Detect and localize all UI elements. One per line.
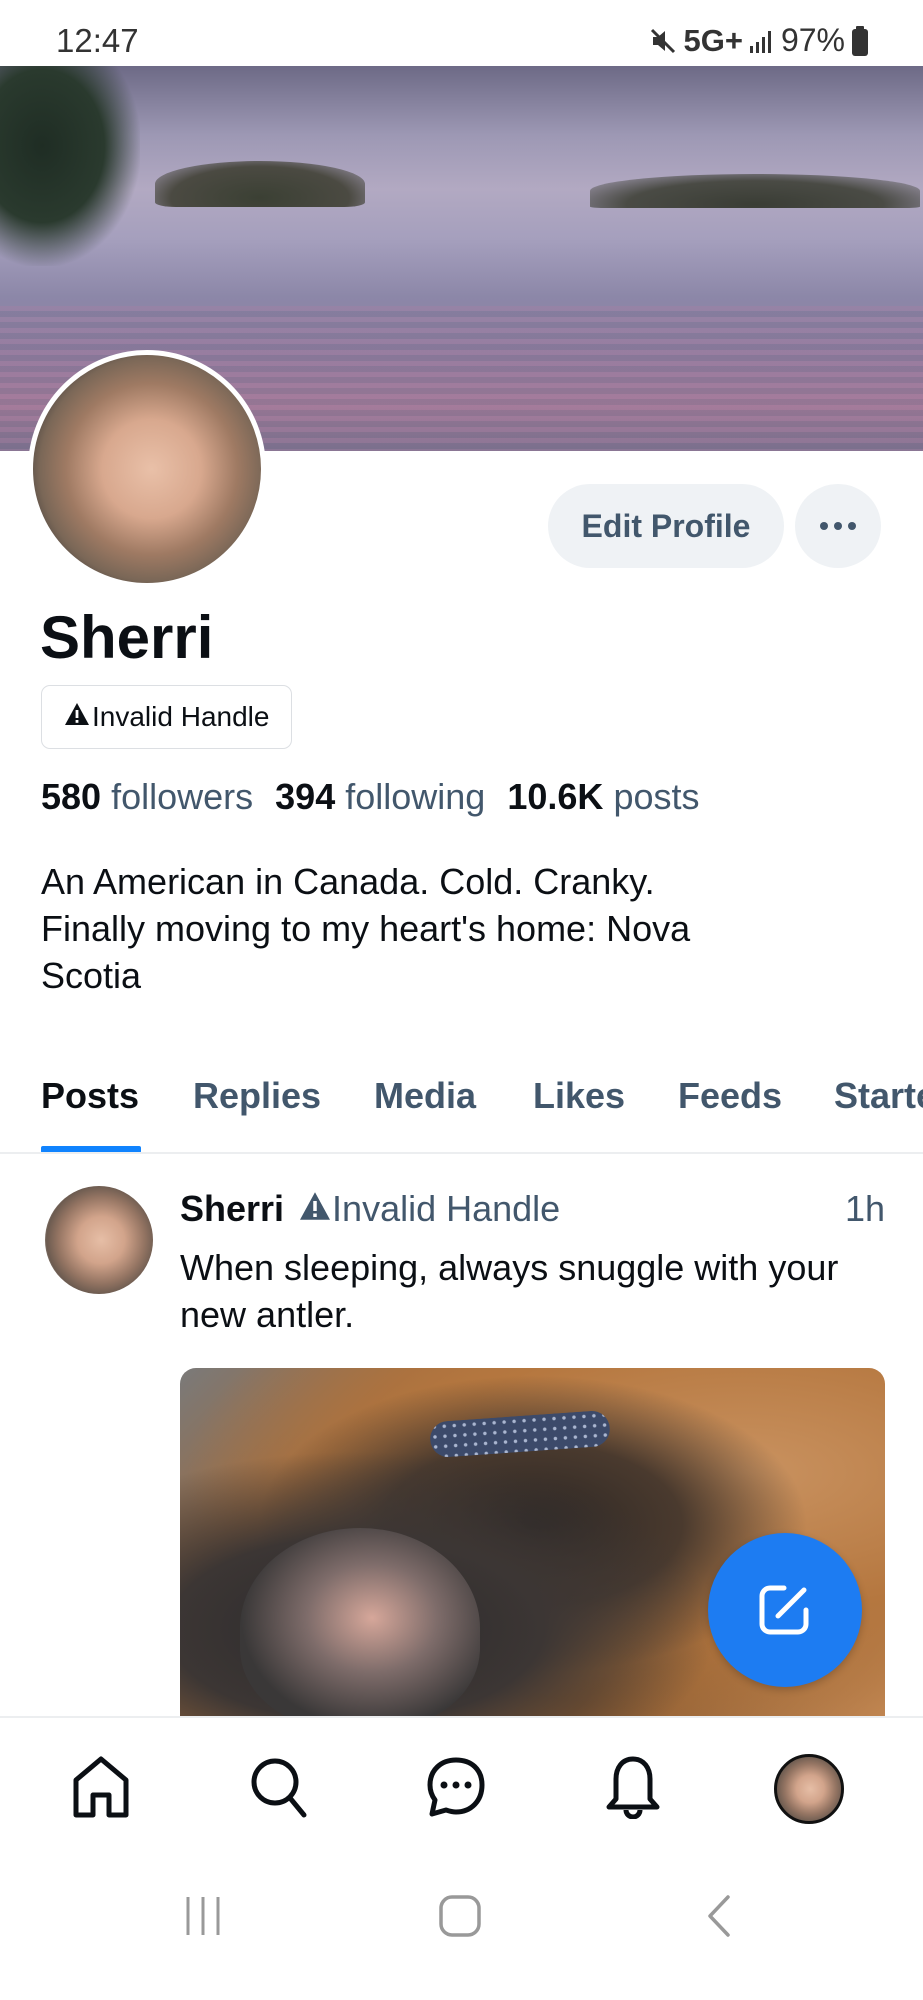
tab-starter-packs[interactable]: Starter Packs (834, 1075, 923, 1117)
post-handle-text: Invalid Handle (332, 1188, 561, 1229)
recents-button[interactable] (168, 1888, 238, 1948)
following-link[interactable]: 394 following (275, 776, 485, 818)
post-handle[interactable]: Invalid Handle (298, 1188, 560, 1230)
battery-percent: 97% (780, 22, 845, 58)
image-ear (240, 1528, 480, 1716)
avatar (774, 1754, 844, 1824)
banner-island (590, 174, 920, 208)
battery-icon (851, 25, 869, 56)
warning-icon (64, 701, 92, 733)
edit-profile-button[interactable]: Edit Profile (548, 484, 784, 568)
tab-media[interactable]: Media (374, 1075, 476, 1117)
network-label: 5G+ (683, 22, 743, 58)
bottom-navigation (0, 1716, 923, 1846)
followers-link[interactable]: 580 followers (41, 776, 253, 818)
handle-text: Invalid Handle (92, 701, 270, 732)
signal-icon (749, 28, 775, 54)
nav-search[interactable] (244, 1754, 314, 1824)
post-header: Sherri Invalid Handle 1h (180, 1188, 885, 1230)
compose-button[interactable] (708, 1533, 862, 1687)
following-label: following (345, 776, 486, 817)
compose-icon (754, 1578, 816, 1643)
recents-icon (183, 1895, 223, 1942)
posts-count: 10.6K (507, 776, 604, 817)
active-tab-indicator (41, 1146, 141, 1152)
tab-likes[interactable]: Likes (533, 1075, 625, 1117)
search-icon (248, 1755, 310, 1824)
system-navigation (0, 1846, 923, 2000)
mute-icon (649, 26, 677, 56)
nav-profile[interactable] (774, 1754, 844, 1824)
post-text: When sleeping, always snuggle with your … (180, 1247, 839, 1335)
post-timestamp[interactable]: 1h (845, 1188, 885, 1230)
post-avatar[interactable] (45, 1186, 153, 1294)
nav-home[interactable] (66, 1754, 136, 1824)
image-collar (428, 1409, 612, 1459)
tab-replies[interactable]: Replies (193, 1075, 321, 1117)
more-options-button[interactable] (795, 484, 881, 568)
ellipsis-icon (818, 519, 858, 534)
banner-island (155, 161, 365, 207)
nav-notifications[interactable] (598, 1754, 668, 1824)
bell-icon (603, 1755, 663, 1824)
followers-count: 580 (41, 776, 102, 817)
display-name: Sherri (40, 604, 214, 671)
handle-badge: Invalid Handle (41, 685, 293, 749)
chat-icon (425, 1756, 487, 1823)
home-icon (71, 1755, 131, 1824)
home-circle-icon (438, 1894, 482, 1943)
post-author[interactable]: Sherri (180, 1188, 284, 1230)
profile-avatar[interactable] (28, 350, 266, 588)
banner-trees (0, 66, 140, 266)
posts-label: posts (613, 776, 700, 817)
system-home-button[interactable] (425, 1888, 495, 1948)
profile-tabs: Posts Replies Media Likes Feeds Starter … (0, 1060, 923, 1154)
followers-label: followers (111, 776, 254, 817)
profile-bio: An American in Canada. Cold. Cranky. Fin… (41, 861, 691, 996)
status-time: 12:47 (56, 22, 139, 59)
status-icons: 5G+ 97% (649, 22, 869, 59)
following-count: 394 (275, 776, 336, 817)
warning-icon (298, 1188, 332, 1230)
profile-stats: 580 followers 394 following 10.6K posts (41, 776, 699, 818)
back-button[interactable] (684, 1888, 754, 1948)
posts-stat: 10.6K posts (507, 776, 699, 818)
tab-feeds[interactable]: Feeds (678, 1075, 782, 1117)
tab-posts[interactable]: Posts (41, 1075, 139, 1117)
status-bar: 12:47 5G+ 97% (0, 0, 923, 66)
nav-chat[interactable] (421, 1754, 491, 1824)
back-icon (704, 1894, 734, 1943)
